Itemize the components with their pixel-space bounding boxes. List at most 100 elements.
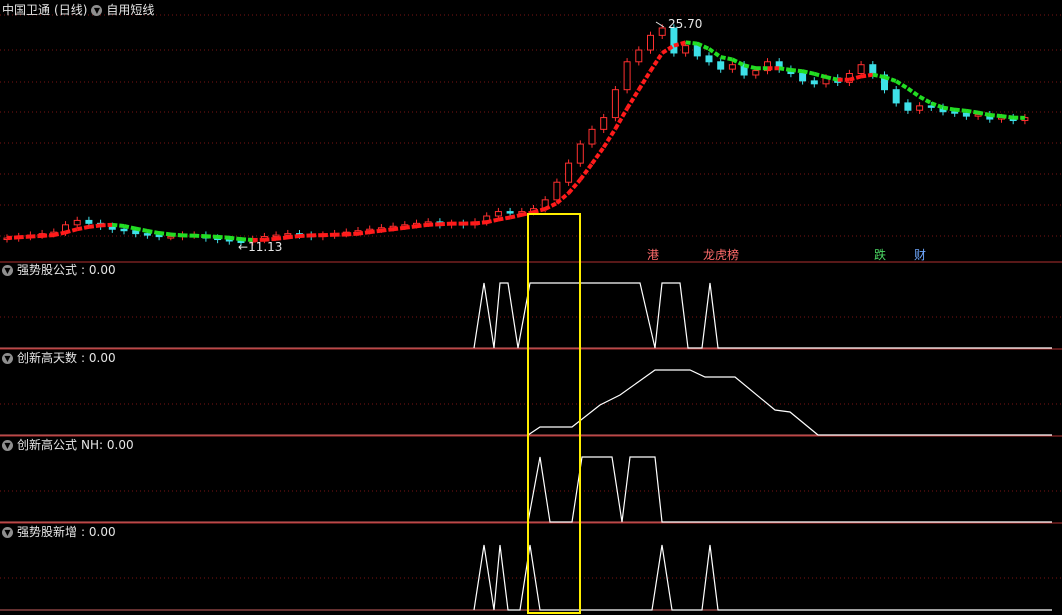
signal-trace-1	[473, 282, 1052, 349]
candle-body	[494, 211, 502, 217]
ma-line	[41, 233, 54, 238]
candle-body	[682, 45, 690, 54]
panel-header-2: ▼ 创新高天数 : 0.00	[2, 350, 116, 366]
panel-value: NH: 0.00	[81, 438, 134, 452]
ma-line	[123, 224, 137, 231]
candle-body	[892, 89, 900, 104]
ma-line	[578, 162, 594, 181]
candle-body	[623, 61, 631, 91]
ma-line	[1001, 114, 1014, 120]
dropdown-icon[interactable]: ▼	[91, 4, 103, 16]
high-price-label: 25.70	[668, 17, 702, 31]
ma-line	[88, 223, 101, 229]
event-tag-text: 龙虎榜	[703, 248, 740, 262]
candle-body	[962, 112, 970, 117]
panel-value: : 0.00	[81, 351, 116, 365]
candle-body	[916, 105, 924, 111]
ma-line	[357, 230, 370, 236]
high-price-value: 25.70	[668, 17, 703, 31]
ma-line	[205, 234, 218, 239]
candle-body	[506, 211, 514, 214]
panel-name[interactable]: 创新高天数	[17, 350, 77, 366]
low-price-label: ←11.13	[238, 240, 283, 254]
period-label: (日线)	[54, 3, 88, 17]
candle-body	[951, 111, 959, 114]
ma-line	[895, 79, 909, 91]
candle-body	[600, 117, 608, 130]
ma-line	[135, 226, 148, 233]
dropdown-icon[interactable]: ▼	[2, 526, 13, 538]
panel-value: : 0.00	[81, 525, 116, 539]
ma-line	[428, 222, 441, 227]
candle-body	[576, 143, 584, 164]
candle-body	[728, 64, 736, 70]
low-price-value: 11.13	[248, 240, 283, 254]
ma-line	[872, 72, 885, 80]
ma-line	[392, 225, 406, 232]
candle-body	[143, 233, 151, 236]
ma-line	[942, 105, 956, 112]
candle-body	[272, 234, 280, 238]
stock-name: 中国卫通	[2, 3, 51, 17]
ma-line	[416, 222, 429, 229]
panel-header-4: ▼ 强势股新增 : 0.00	[2, 524, 116, 540]
ma-line	[76, 224, 90, 232]
event-tag-gang[interactable]: 港	[647, 248, 659, 262]
dropdown-icon[interactable]: ▼	[2, 264, 13, 276]
candle-body	[284, 233, 292, 236]
panel-header-1: ▼ 强势股公式 : 0.00	[2, 262, 116, 278]
ma-line	[53, 230, 66, 238]
ma-line	[404, 224, 417, 230]
candle-body	[799, 73, 807, 82]
ma-line	[802, 69, 815, 76]
ma-line	[625, 88, 641, 110]
candle-body	[553, 181, 561, 201]
ma-line	[275, 235, 289, 241]
ma-line	[648, 51, 664, 72]
ma-line	[439, 221, 452, 227]
panel-name[interactable]: 强势股公式	[17, 262, 77, 278]
ma-line	[6, 235, 19, 241]
ma-line	[954, 107, 967, 113]
ma-line	[217, 234, 230, 240]
event-tag-die[interactable]: 跌	[874, 248, 886, 262]
panel-name[interactable]: 强势股新增	[17, 524, 77, 540]
chart-window: 中国卫通 (日线) ▼ 自用短线 25.70 ←11.13 港 龙虎榜 跌 财 ▼…	[0, 0, 1062, 615]
ma-line	[369, 228, 382, 235]
candle-body	[705, 55, 713, 63]
candle-body	[73, 219, 81, 226]
ma-line	[790, 68, 803, 74]
ma-line	[977, 110, 991, 117]
ma-line	[112, 222, 125, 228]
panel-name[interactable]: 创新高公式	[17, 437, 77, 453]
candle-body	[717, 61, 725, 70]
ma-line	[743, 63, 757, 71]
candle-body	[155, 234, 163, 238]
ma-line	[860, 72, 874, 79]
ma-line	[287, 233, 300, 240]
candle-body	[120, 228, 128, 232]
dropdown-icon[interactable]: ▼	[2, 439, 13, 451]
ma-line	[906, 86, 921, 99]
ma-line	[590, 146, 606, 165]
indicator-name[interactable]: 自用短线	[106, 2, 154, 18]
ma-line	[486, 217, 499, 225]
candle-body	[752, 70, 760, 76]
ma-line	[299, 233, 312, 238]
event-tag-cai[interactable]: 财	[914, 248, 926, 262]
ma-line	[498, 215, 511, 222]
ma-line	[720, 55, 733, 62]
event-tag-longhubang[interactable]: 龙虎榜	[703, 248, 739, 262]
dropdown-icon[interactable]: ▼	[2, 352, 13, 364]
ma-line	[229, 235, 242, 242]
high-pointer	[655, 21, 665, 28]
signal-trace-2	[527, 369, 1052, 436]
candle-body	[85, 219, 93, 224]
ma-line	[147, 229, 160, 236]
candle-body	[904, 102, 912, 111]
panel-value: : 0.00	[81, 263, 116, 277]
chart-canvas	[0, 14, 1062, 614]
ma-line	[778, 66, 792, 72]
event-tag-text: 跌	[874, 248, 887, 262]
candle-body	[132, 230, 140, 235]
